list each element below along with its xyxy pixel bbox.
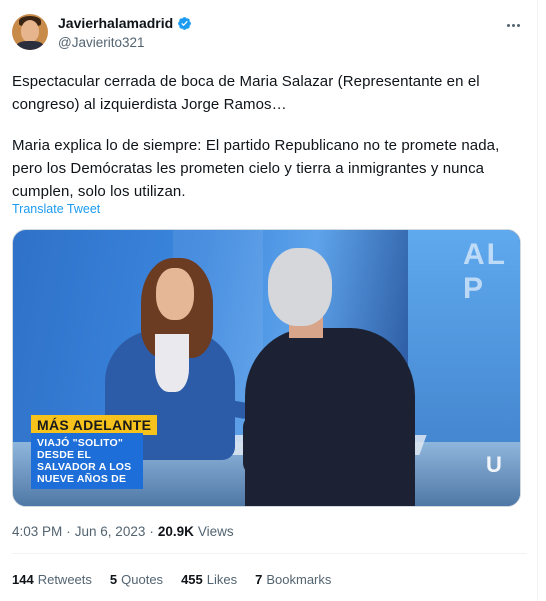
author-display-name[interactable]: Javierhalamadrid [58, 15, 173, 31]
tweet-text-paragraph-2: Maria explica lo de siempre: El partido … [12, 137, 500, 200]
quotes-label: Quotes [121, 572, 164, 587]
tweet-video[interactable]: AL P U MÁS ADELANTE VIAJÓ "SOLITO" DESDE… [12, 229, 521, 507]
woman-blouse [155, 334, 189, 392]
quotes-count: 5 [109, 572, 118, 587]
retweets-label: Retweets [37, 572, 92, 587]
meta-separator: · [149, 524, 154, 539]
author-name-row: Javierhalamadrid [58, 15, 192, 31]
translate-tweet-link[interactable]: Translate Tweet [12, 202, 100, 216]
author-handle[interactable]: @Javierito321 [58, 35, 145, 50]
avatar-face [21, 20, 39, 42]
bookmarks-stat[interactable]: 7 Bookmarks [255, 572, 331, 587]
man-arm [243, 415, 283, 475]
lower-third-line: DESDE EL [37, 449, 92, 461]
retweets-count: 144 [12, 572, 34, 587]
more-dot [511, 23, 515, 27]
divider [12, 553, 527, 554]
verified-badge-icon [178, 16, 192, 30]
bookmarks-label: Bookmarks [266, 572, 332, 587]
likes-count: 455 [181, 572, 203, 587]
tweet-time[interactable]: 4:03 PM [12, 524, 62, 539]
lower-third-caption: VIAJÓ "SOLITO" DESDE EL SALVADOR A LOS N… [31, 433, 143, 489]
more-horizontal-icon [506, 23, 510, 27]
tweet-text-paragraph-1: Espectacular cerrada de boca de Maria Sa… [12, 73, 480, 113]
network-logo: U [486, 452, 502, 477]
retweets-stat[interactable]: 144 Retweets [12, 572, 92, 587]
views-label: Views [197, 524, 234, 539]
background-screen-text: AL P [463, 238, 507, 305]
quotes-stat[interactable]: 5 Quotes [110, 572, 163, 587]
woman-face [156, 268, 194, 320]
lower-third-line: VIAJÓ "SOLITO" [37, 437, 124, 449]
tweet-card: Javierhalamadrid @Javierito321 Espectacu… [0, 0, 538, 601]
avatar-shirt [16, 41, 44, 50]
engagement-stats: 144 Retweets 5 Quotes 455 Likes 7 Bookma… [12, 572, 349, 587]
meta-separator: · [66, 524, 71, 539]
views-count: 20.9K [157, 524, 194, 539]
lower-third-line: NUEVE AÑOS DE [37, 473, 127, 485]
likes-label: Likes [206, 572, 238, 587]
bookmarks-count: 7 [255, 572, 263, 587]
man-head [268, 248, 332, 326]
avatar[interactable] [12, 14, 48, 50]
more-dot [516, 23, 520, 27]
likes-stat[interactable]: 455 Likes [181, 572, 237, 587]
lower-third-title: MÁS ADELANTE [31, 415, 158, 435]
more-options-button[interactable] [503, 17, 523, 33]
lower-third-line: SALVADOR A LOS [37, 461, 132, 473]
tweet-meta: 4:03 PM · Jun 6, 2023 · 20.9K Views [12, 524, 234, 539]
tweet-date[interactable]: Jun 6, 2023 [75, 524, 146, 539]
